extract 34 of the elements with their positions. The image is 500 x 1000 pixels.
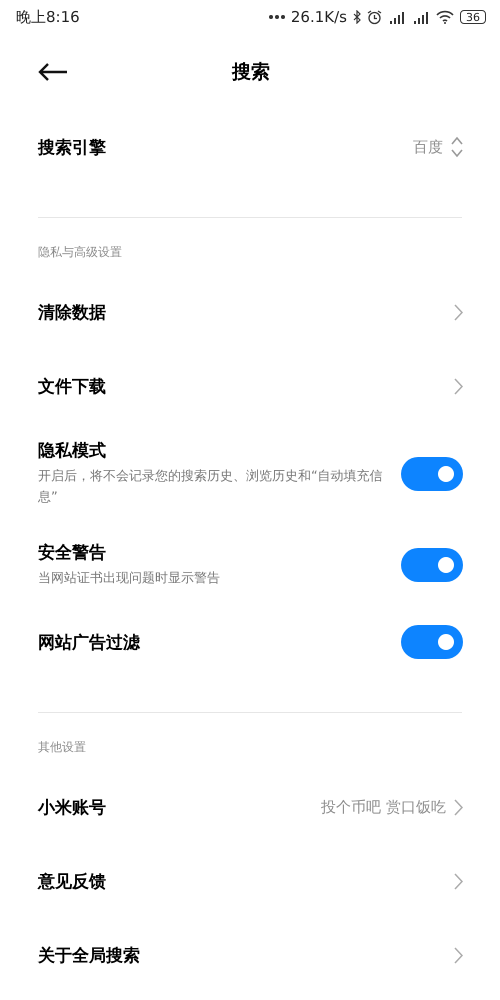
network-speed: 26.1K/s [290,8,347,26]
setting-title[interactable]: 清除数据 [38,300,454,324]
battery-indicator: 36 [460,10,486,24]
setting-title[interactable]: 文件下载 [38,374,454,398]
setting-title[interactable]: 网站广告过滤 [38,630,401,654]
page-title: 搜索 [230,60,271,85]
chevron-right-icon[interactable] [454,798,463,816]
toggle-switch[interactable] [401,456,463,491]
back-button[interactable] [38,63,68,81]
setting-title[interactable]: 隐私模式 [38,439,401,462]
setting-description: 当网站证书出现问题时显示警告 [38,570,221,588]
alarm-icon [367,10,382,24]
setting-title[interactable]: 安全警告 [38,540,401,564]
section-header: 隐私与高级设置 [38,244,122,261]
chevron-right-icon[interactable] [454,304,463,320]
signal-icon [412,10,430,24]
toggle-switch[interactable] [401,625,463,660]
setting-title[interactable]: 搜索引擎 [38,136,413,158]
section-header: 其他设置 [38,739,86,756]
clock-time: 晚上8:16 [16,8,80,26]
setting-title[interactable]: 意见反馈 [38,870,454,893]
wifi-icon [436,10,454,24]
bluetooth-icon [353,10,361,24]
chevron-right-icon[interactable] [454,872,463,890]
setting-title[interactable]: 关于全局搜索 [38,944,454,967]
chevron-right-icon[interactable] [454,378,463,394]
chevron-right-icon[interactable] [454,946,463,964]
toggle-switch[interactable] [401,548,463,582]
setting-title[interactable]: 小米账号 [38,796,322,819]
back-arrow-icon [38,63,68,81]
setting-description: 开启后，将不会记录您的搜索历史、浏览历史和“自动填充信息” [38,468,384,507]
more-dots-icon [268,15,285,19]
up-down-chevron-icon[interactable] [451,136,463,158]
signal-icon [388,10,406,24]
